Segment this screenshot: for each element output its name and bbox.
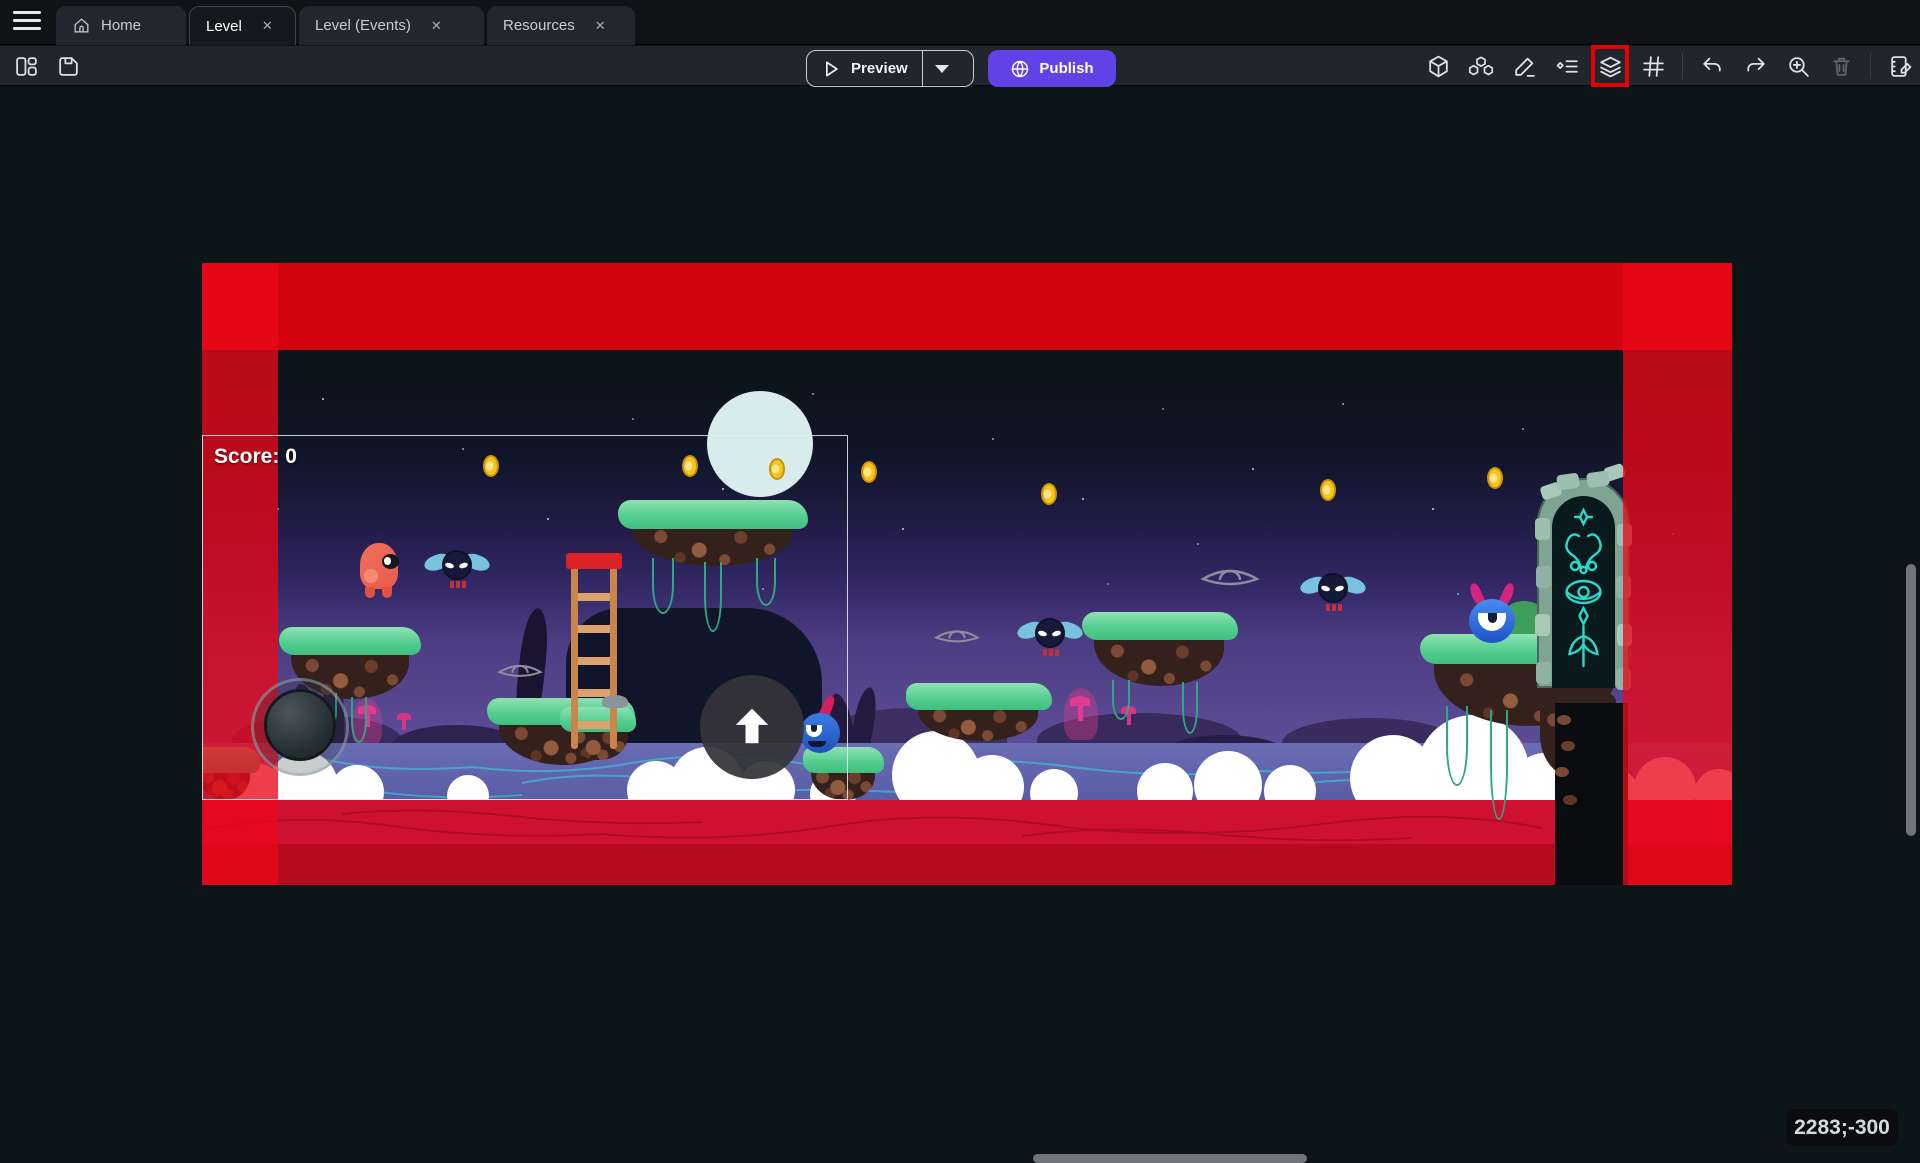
portal-pillar (1555, 703, 1628, 885)
publish-label: Publish (1039, 60, 1093, 77)
edit-icon[interactable] (1510, 50, 1538, 82)
platform[interactable] (906, 683, 1052, 741)
tab-level-events[interactable]: Level (Events) ✕ (299, 6, 484, 45)
score-text: Score: 0 (214, 445, 297, 469)
eye-decoration (1200, 560, 1260, 590)
mushroom (1070, 696, 1090, 706)
pillar-rocks (1557, 715, 1571, 725)
globe-icon (1010, 59, 1030, 79)
level-border-right (1623, 263, 1732, 885)
vertical-scrollbar[interactable] (1906, 564, 1916, 836)
undo-icon[interactable] (1698, 50, 1726, 82)
coin[interactable] (1487, 467, 1503, 489)
horned-blue-enemy[interactable] (1468, 585, 1518, 645)
joystick-knob[interactable] (264, 689, 336, 761)
tab-bar: Home Level ✕ Level (Events) ✕ Resources … (0, 0, 1920, 45)
delete-icon[interactable] (1827, 50, 1855, 82)
level-scene: Score: 0 (202, 263, 1732, 885)
tab-home[interactable]: Home (56, 6, 186, 45)
close-icon[interactable]: ✕ (431, 18, 442, 34)
tab-level[interactable]: Level ✕ (189, 6, 296, 45)
edit-scene-icon[interactable] (1886, 50, 1914, 82)
toolbar-divider (1870, 53, 1871, 79)
chevron-down-icon[interactable] (935, 65, 949, 73)
tab-label: Level (206, 18, 242, 35)
bat-enemy[interactable] (1019, 616, 1081, 660)
portal-ornament (1555, 504, 1612, 684)
menu-icon[interactable] (13, 11, 41, 33)
tab-resources[interactable]: Resources ✕ (487, 6, 635, 45)
add-object-icon[interactable] (1424, 50, 1452, 82)
panels-icon[interactable] (12, 50, 40, 82)
arrow-up-icon (726, 701, 778, 753)
preview-button[interactable]: Preview (806, 50, 974, 87)
tab-label: Resources (503, 17, 575, 34)
cursor-coordinates-badge: 2283;-300 (1786, 1109, 1898, 1146)
toolbar: Preview Publish (0, 46, 1920, 86)
grid-icon[interactable] (1639, 50, 1667, 82)
jump-button[interactable] (700, 675, 804, 779)
virtual-joystick[interactable] (251, 678, 349, 776)
coin[interactable] (1041, 483, 1057, 505)
tab-label: Home (101, 17, 141, 34)
instances-list-icon[interactable] (1553, 50, 1581, 82)
layers-icon[interactable] (1596, 50, 1624, 82)
close-icon[interactable]: ✕ (262, 18, 273, 34)
horizontal-scrollbar[interactable] (1033, 1154, 1307, 1163)
redo-icon[interactable] (1741, 50, 1769, 82)
preview-label: Preview (851, 60, 908, 77)
play-icon (821, 59, 841, 79)
object-groups-icon[interactable] (1467, 50, 1495, 82)
tab-label: Level (Events) (315, 17, 411, 34)
close-icon[interactable]: ✕ (595, 18, 606, 34)
bat-enemy[interactable] (1302, 571, 1364, 615)
save-icon[interactable] (54, 50, 82, 82)
zoom-in-icon[interactable] (1784, 50, 1812, 82)
toolbar-divider (1682, 53, 1683, 79)
scene-editor-canvas[interactable]: Score: 0 2283;-300 (0, 87, 1920, 1080)
coin[interactable] (1320, 479, 1336, 501)
home-icon (72, 16, 91, 35)
portal-door[interactable] (1537, 478, 1630, 688)
level-border-top (202, 263, 1732, 350)
publish-button[interactable]: Publish (988, 50, 1116, 87)
coin[interactable] (861, 461, 877, 483)
eye-decoration (934, 622, 980, 647)
platform[interactable] (1082, 612, 1238, 686)
